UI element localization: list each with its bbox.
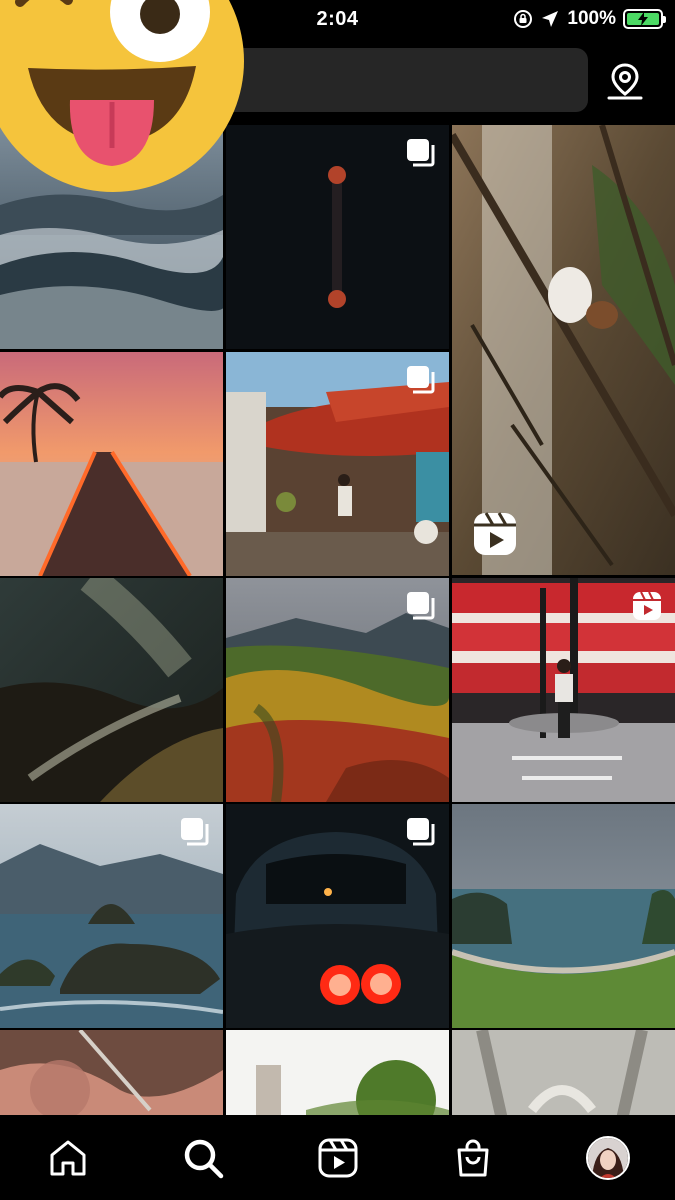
post-image: [452, 804, 675, 1028]
winking-tongue-emoji-sticker: [0, 0, 244, 192]
multiple-photos-icon: [407, 818, 435, 846]
grid-tile-market-street[interactable]: [226, 352, 449, 576]
explore-grid: [0, 125, 675, 1115]
reels-icon: [474, 512, 516, 555]
map-button[interactable]: [600, 56, 650, 106]
grid-tile-partial-2[interactable]: [226, 1030, 449, 1115]
reels-icon: [318, 1138, 357, 1178]
reels-icon: [633, 591, 661, 620]
nav-home[interactable]: [38, 1133, 98, 1183]
grid-tile-london-bus-street[interactable]: [452, 578, 675, 802]
grid-tile-sunset-pier[interactable]: [0, 352, 223, 576]
multiple-photos-icon: [407, 592, 435, 620]
post-image: [0, 578, 223, 802]
status-icons: 100%: [513, 7, 666, 31]
nav-profile[interactable]: [578, 1133, 638, 1183]
post-image: [226, 1030, 449, 1115]
home-icon: [50, 1140, 85, 1176]
multiple-photos-icon: [407, 366, 435, 394]
multiple-photos-icon: [181, 818, 209, 846]
grid-tile-car-taillights[interactable]: [226, 804, 449, 1028]
grid-tile-autumn-valley[interactable]: [226, 578, 449, 802]
grid-tile-lunar-eclipse[interactable]: [226, 125, 449, 349]
grid-tile-coastal-cliffs[interactable]: [452, 804, 675, 1028]
multiple-photos-icon: [407, 139, 435, 167]
search-icon: [184, 1139, 223, 1179]
post-image: [452, 125, 675, 575]
grid-tile-sea-stacks[interactable]: [0, 804, 223, 1028]
battery-charging-icon: [623, 9, 666, 29]
location-arrow-icon: [542, 11, 559, 27]
post-image: [452, 1030, 675, 1115]
orientation-lock-icon: [514, 10, 533, 28]
post-image: [0, 352, 223, 576]
map-pin-icon: [607, 63, 643, 100]
grid-tile-milky-way-river[interactable]: [0, 578, 223, 802]
profile-avatar: [585, 1136, 630, 1180]
post-image: [0, 1030, 223, 1115]
shop-icon: [457, 1139, 488, 1177]
nav-shop[interactable]: [443, 1133, 503, 1183]
nav-search[interactable]: [173, 1133, 233, 1183]
grid-tile-partial-3[interactable]: [452, 1030, 675, 1115]
bottom-nav: [0, 1115, 675, 1200]
grid-tile-partial-1[interactable]: [0, 1030, 223, 1115]
nav-reels[interactable]: [308, 1133, 368, 1183]
battery-percentage: 100%: [567, 8, 616, 29]
grid-tile-cat-in-tree[interactable]: [452, 125, 675, 575]
search-input[interactable]: [260, 48, 580, 112]
